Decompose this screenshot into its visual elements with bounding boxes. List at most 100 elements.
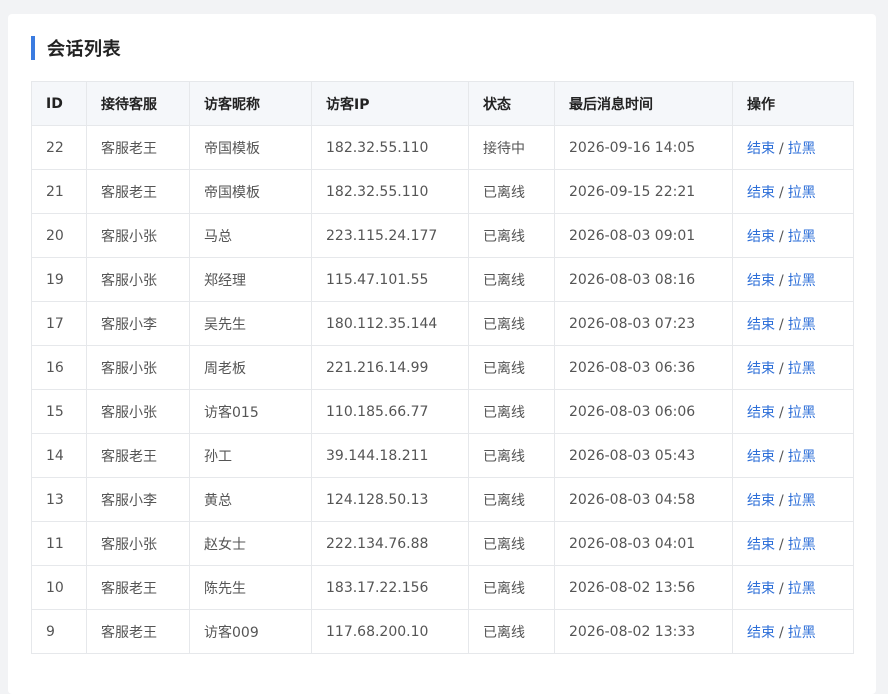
- cell-id: 21: [31, 169, 87, 214]
- end-session-link[interactable]: 结束: [747, 625, 775, 641]
- cell-last-message-time: 2026-08-03 04:58: [554, 477, 733, 522]
- table-row: 15 客服小张 访客015 110.185.66.77 已离线 2026-08-03 06…: [31, 389, 854, 434]
- block-visitor-link[interactable]: 拉黑: [788, 273, 816, 289]
- cell-id: 10: [31, 565, 87, 610]
- cell-id: 19: [31, 257, 87, 302]
- block-visitor-link[interactable]: 拉黑: [788, 317, 816, 333]
- cell-visitor-ip: 110.185.66.77: [311, 389, 469, 434]
- table-row: 19 客服小张 郑经理 115.47.101.55 已离线 2026-08-03 08:1…: [31, 257, 854, 302]
- cell-actions: 结束 / 拉黑: [732, 169, 854, 214]
- end-session-link[interactable]: 结束: [747, 537, 775, 553]
- block-visitor-link[interactable]: 拉黑: [788, 141, 816, 157]
- cell-agent: 客服小张: [86, 345, 190, 390]
- block-visitor-link[interactable]: 拉黑: [788, 405, 816, 421]
- cell-actions: 结束 / 拉黑: [732, 389, 854, 434]
- block-visitor-link[interactable]: 拉黑: [788, 361, 816, 377]
- block-visitor-link[interactable]: 拉黑: [788, 581, 816, 597]
- cell-visitor-ip: 223.115.24.177: [311, 213, 469, 258]
- cell-visitor-nickname: 访客009: [189, 609, 312, 654]
- cell-actions: 结束 / 拉黑: [732, 477, 854, 522]
- table-row: 21 客服老王 帝国模板 182.32.55.110 已离线 2026-09-15 22:…: [31, 169, 854, 214]
- cell-last-message-time: 2026-09-15 22:21: [554, 169, 733, 214]
- cell-last-message-time: 2026-08-03 05:43: [554, 433, 733, 478]
- cell-visitor-nickname: 黄总: [189, 477, 312, 522]
- block-visitor-link[interactable]: 拉黑: [788, 493, 816, 509]
- cell-id: 14: [31, 433, 87, 478]
- cell-visitor-nickname: 访客015: [189, 389, 312, 434]
- session-table: ID 接待客服 访客昵称 访客IP 状态 最后消息时间 操作 22 客服老王 帝国模…: [31, 81, 854, 654]
- block-visitor-link[interactable]: 拉黑: [788, 537, 816, 553]
- end-session-link[interactable]: 结束: [747, 141, 775, 157]
- cell-agent: 客服小张: [86, 213, 190, 258]
- end-session-link[interactable]: 结束: [747, 361, 775, 377]
- cell-agent: 客服老王: [86, 125, 190, 170]
- table-row: 10 客服老王 陈先生 183.17.22.156 已离线 2026-08-02 13:5…: [31, 565, 854, 610]
- cell-status: 已离线: [468, 433, 555, 478]
- cell-actions: 结束 / 拉黑: [732, 345, 854, 390]
- cell-visitor-ip: 180.112.35.144: [311, 301, 469, 346]
- action-separator: /: [779, 184, 784, 201]
- col-header-id: ID: [31, 81, 87, 126]
- col-header-status: 状态: [468, 81, 555, 126]
- cell-actions: 结束 / 拉黑: [732, 433, 854, 478]
- cell-visitor-ip: 182.32.55.110: [311, 125, 469, 170]
- cell-agent: 客服小李: [86, 477, 190, 522]
- end-session-link[interactable]: 结束: [747, 405, 775, 421]
- cell-last-message-time: 2026-08-03 04:01: [554, 521, 733, 566]
- action-separator: /: [779, 536, 784, 553]
- title-accent-bar: [31, 36, 35, 60]
- cell-actions: 结束 / 拉黑: [732, 609, 854, 654]
- block-visitor-link[interactable]: 拉黑: [788, 185, 816, 201]
- cell-id: 13: [31, 477, 87, 522]
- cell-visitor-ip: 222.134.76.88: [311, 521, 469, 566]
- block-visitor-link[interactable]: 拉黑: [788, 449, 816, 465]
- block-visitor-link[interactable]: 拉黑: [788, 625, 816, 641]
- cell-visitor-nickname: 赵女士: [189, 521, 312, 566]
- block-visitor-link[interactable]: 拉黑: [788, 229, 816, 245]
- cell-visitor-ip: 221.216.14.99: [311, 345, 469, 390]
- action-separator: /: [779, 448, 784, 465]
- cell-actions: 结束 / 拉黑: [732, 257, 854, 302]
- cell-last-message-time: 2026-08-03 06:06: [554, 389, 733, 434]
- cell-id: 17: [31, 301, 87, 346]
- table-row: 22 客服老王 帝国模板 182.32.55.110 接待中 2026-09-16 14:…: [31, 125, 854, 170]
- end-session-link[interactable]: 结束: [747, 317, 775, 333]
- cell-status: 已离线: [468, 345, 555, 390]
- cell-visitor-ip: 39.144.18.211: [311, 433, 469, 478]
- cell-status: 已离线: [468, 301, 555, 346]
- cell-agent: 客服小张: [86, 521, 190, 566]
- cell-last-message-time: 2026-08-03 07:23: [554, 301, 733, 346]
- table-row: 9 客服老王 访客009 117.68.200.10 已离线 2026-08-02 13:…: [31, 609, 854, 654]
- cell-id: 9: [31, 609, 87, 654]
- cell-id: 22: [31, 125, 87, 170]
- cell-agent: 客服小张: [86, 257, 190, 302]
- cell-agent: 客服老王: [86, 433, 190, 478]
- cell-id: 11: [31, 521, 87, 566]
- end-session-link[interactable]: 结束: [747, 449, 775, 465]
- cell-actions: 结束 / 拉黑: [732, 125, 854, 170]
- cell-visitor-nickname: 马总: [189, 213, 312, 258]
- action-separator: /: [779, 140, 784, 157]
- col-header-actions: 操作: [732, 81, 854, 126]
- end-session-link[interactable]: 结束: [747, 493, 775, 509]
- action-separator: /: [779, 316, 784, 333]
- cell-status: 已离线: [468, 521, 555, 566]
- col-header-visitor-ip: 访客IP: [311, 81, 469, 126]
- action-separator: /: [779, 228, 784, 245]
- end-session-link[interactable]: 结束: [747, 229, 775, 245]
- cell-id: 20: [31, 213, 87, 258]
- cell-status: 已离线: [468, 213, 555, 258]
- card-header: 会话列表: [31, 36, 121, 60]
- cell-status: 已离线: [468, 565, 555, 610]
- cell-actions: 结束 / 拉黑: [732, 521, 854, 566]
- action-separator: /: [779, 580, 784, 597]
- cell-last-message-time: 2026-09-16 14:05: [554, 125, 733, 170]
- end-session-link[interactable]: 结束: [747, 185, 775, 201]
- cell-agent: 客服老王: [86, 169, 190, 214]
- col-header-last-message-time: 最后消息时间: [554, 81, 733, 126]
- cell-last-message-time: 2026-08-03 08:16: [554, 257, 733, 302]
- cell-visitor-nickname: 周老板: [189, 345, 312, 390]
- cell-visitor-nickname: 陈先生: [189, 565, 312, 610]
- end-session-link[interactable]: 结束: [747, 581, 775, 597]
- end-session-link[interactable]: 结束: [747, 273, 775, 289]
